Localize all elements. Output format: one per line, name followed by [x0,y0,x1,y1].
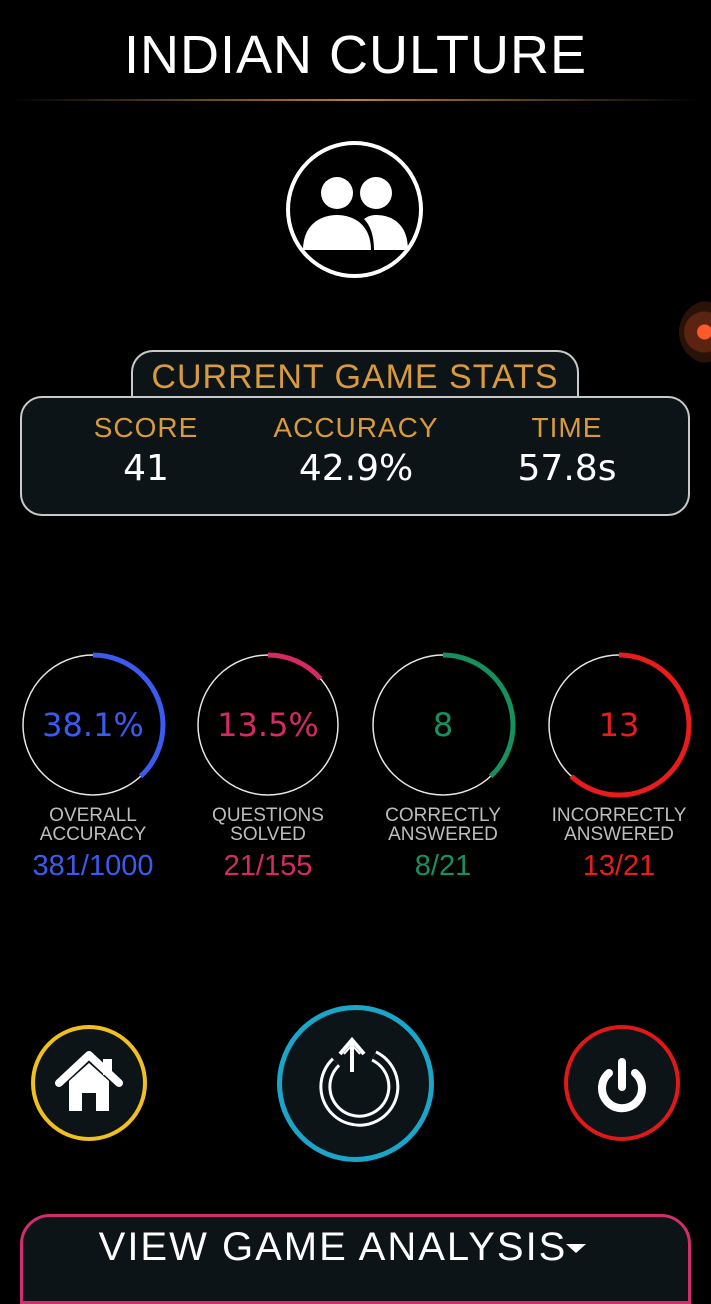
ring-caption: INCORRECTLY ANSWERED [534,806,704,844]
ring-fraction: 13/21 [582,850,656,882]
stat-value: 57.8s [517,448,617,489]
caption-line: CORRECTLY [385,805,501,826]
ring-value: 13.5% [217,706,319,744]
stat-accuracy: ACCURACY 42.9% [256,412,456,489]
stat-label: SCORE [93,412,199,443]
replay-button[interactable] [277,1005,434,1162]
title-divider [10,99,701,101]
stat-value: 41 [123,448,169,489]
ring-caption: QUESTIONS SOLVED [183,806,353,844]
ring-value: 38.1% [42,706,144,744]
ring-value: 8 [432,706,454,744]
caret-down-icon [566,1244,586,1253]
ring-fraction: 8/21 [414,850,472,882]
avatar [286,141,423,278]
caption-line: OVERALL [49,805,137,826]
analysis-label: VIEW GAME ANALYSIS [98,1225,568,1269]
home-icon [55,1051,123,1111]
ring-incorrectly-answered: 13 [546,652,692,798]
group-icon [303,177,408,250]
stat-label: TIME [531,412,603,443]
ring-caption: CORRECTLY ANSWERED [358,806,528,844]
caption-line: ANSWERED [388,824,498,845]
stat-label: ACCURACY [273,412,439,443]
replay-icon [319,1036,400,1127]
power-icon [598,1058,646,1113]
home-button[interactable] [31,1025,147,1141]
ring-fraction: 381/1000 [32,850,154,882]
caption-line: ACCURACY [39,824,147,845]
ring-caption: OVERALL ACCURACY [8,806,178,844]
caption-line: SOLVED [230,824,306,845]
page-title: INDIAN CULTURE [123,25,588,85]
stat-time: TIME 57.8s [467,412,667,489]
current-stats-panel: SCORE 41 ACCURACY 42.9% TIME 57.8s [20,396,690,516]
ring-fraction: 21/155 [223,850,313,882]
caption-line: ANSWERED [564,824,674,845]
stat-value: 42.9% [298,448,414,489]
floating-bubble[interactable] [679,300,711,364]
caption-line: INCORRECTLY [551,805,687,826]
view-game-analysis-button[interactable]: VIEW GAME ANALYSIS [20,1214,691,1304]
ring-questions-solved: 13.5% [195,652,341,798]
stat-score: SCORE 41 [46,412,246,489]
ring-value: 13 [598,706,640,744]
ring-overall-accuracy: 38.1% [20,652,166,798]
power-button[interactable] [564,1025,680,1141]
ring-correctly-answered: 8 [370,652,516,798]
caption-line: QUESTIONS [212,805,324,826]
